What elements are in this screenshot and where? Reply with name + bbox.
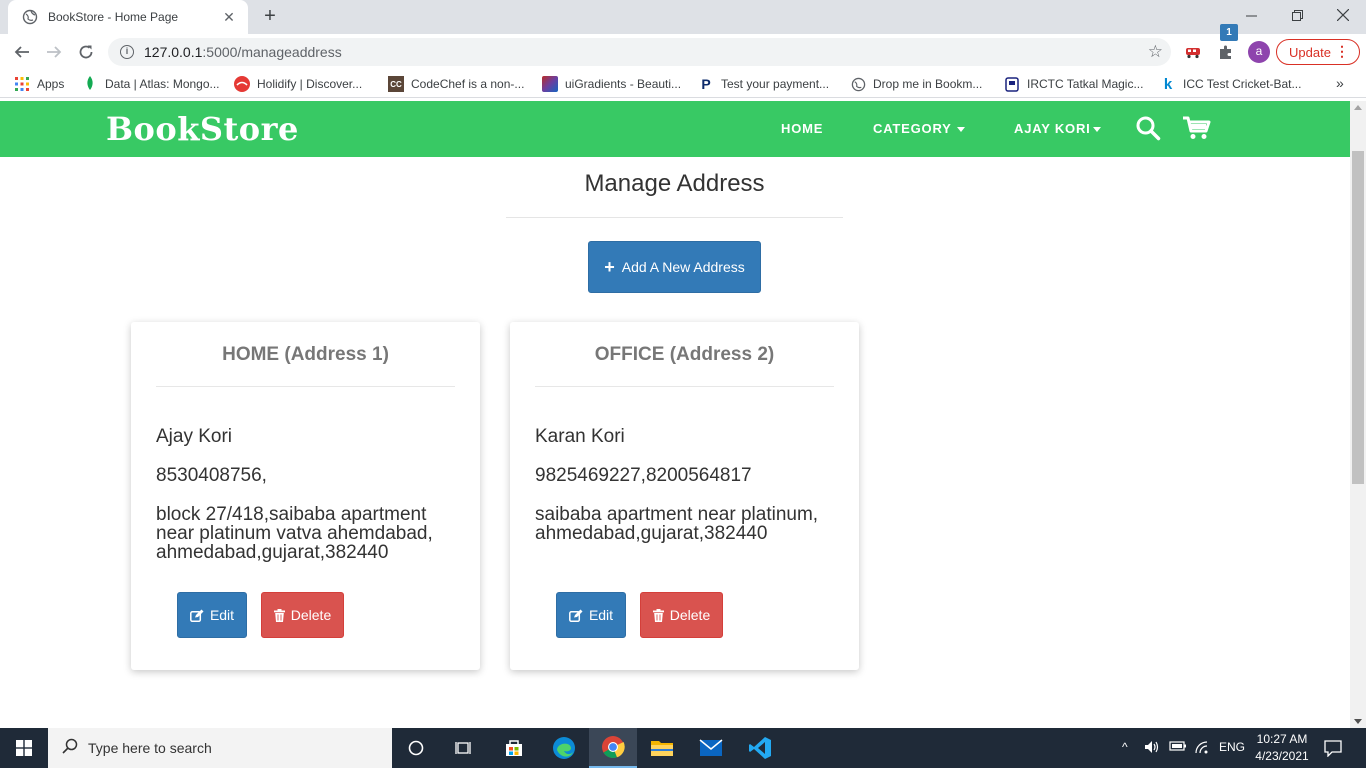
trash-icon <box>652 608 664 622</box>
windows-start-icon[interactable] <box>0 728 48 768</box>
brand-logo[interactable]: BookStore <box>106 110 299 148</box>
profile-avatar[interactable]: a <box>1248 41 1270 63</box>
delete-address-button[interactable]: Delete <box>261 592 344 638</box>
address-phone: 8530408756, <box>156 465 267 486</box>
bookmark-irctc[interactable]: IRCTC Tatkal Magic... <box>1004 75 1143 93</box>
browser-tabstrip: BookStore - Home Page ✕ + <box>0 0 1366 34</box>
volume-icon[interactable] <box>1144 740 1160 757</box>
address-text: saibaba apartment near platinum, ahmedab… <box>535 504 819 544</box>
system-clock[interactable]: 10:27 AM 4/23/2021 <box>1248 731 1316 765</box>
bookmark-holidify[interactable]: Holidify | Discover... <box>234 75 362 93</box>
uigradients-icon <box>542 76 558 92</box>
close-window-button[interactable] <box>1320 0 1366 30</box>
scrollbar-thumb[interactable] <box>1352 151 1364 484</box>
nav-category[interactable]: CATEGORY <box>873 121 965 136</box>
site-navbar: BookStore HOME CATEGORY AJAY KORI <box>0 101 1350 157</box>
address-bar[interactable]: i 127.0.0.1:5000/manageaddress ☆ <box>108 38 1171 66</box>
apps-grid-icon <box>14 76 30 92</box>
new-tab-button[interactable]: + <box>258 5 282 29</box>
page-title: Manage Address <box>584 170 765 197</box>
notifications-icon[interactable] <box>1324 739 1342 760</box>
mail-icon[interactable] <box>687 728 735 768</box>
file-explorer-icon[interactable] <box>638 728 686 768</box>
title-divider <box>506 217 843 218</box>
bookmark-payment-test[interactable]: P Test your payment... <box>698 75 829 93</box>
globe-icon <box>22 9 38 25</box>
search-icon[interactable] <box>1135 115 1161 146</box>
extensions-puzzle-icon[interactable] <box>1216 42 1236 62</box>
shopping-cart-icon[interactable] <box>1182 115 1212 146</box>
add-address-button[interactable]: + Add A New Address <box>588 241 761 293</box>
scroll-down-arrow-icon[interactable] <box>1354 719 1362 724</box>
trash-icon <box>273 608 285 622</box>
restore-button[interactable] <box>1274 0 1320 30</box>
address-phone: 9825469227,8200564817 <box>535 465 752 486</box>
bookmark-icc[interactable]: k ICC Test Cricket-Bat... <box>1160 75 1302 93</box>
menu-dots-icon: ⋮ <box>1335 43 1349 59</box>
taskbar-search-input[interactable]: Type here to search <box>48 728 392 768</box>
search-icon <box>62 738 78 759</box>
input-language[interactable]: ENG <box>1219 740 1245 754</box>
paytm-p-icon: P <box>701 76 711 92</box>
site-info-icon[interactable]: i <box>120 45 134 59</box>
address-card-heading: HOME (Address 1) <box>222 344 389 365</box>
codechef-icon: CC <box>388 76 404 92</box>
scroll-up-arrow-icon[interactable] <box>1354 105 1362 110</box>
edit-address-button[interactable]: Edit <box>556 592 626 638</box>
vscode-icon[interactable] <box>736 728 784 768</box>
address-name: Ajay Kori <box>156 426 233 447</box>
nav-home[interactable]: HOME <box>781 121 823 136</box>
more-bookmarks-icon[interactable]: » <box>1336 75 1344 91</box>
cortana-icon[interactable] <box>392 728 440 768</box>
mongodb-leaf-icon <box>82 76 98 92</box>
update-button[interactable]: Update ⋮ <box>1276 39 1360 65</box>
card-divider <box>156 386 455 387</box>
delete-address-button[interactable]: Delete <box>640 592 723 638</box>
caret-down-icon <box>956 127 965 133</box>
address-name: Karan Kori <box>535 426 625 447</box>
reload-button[interactable] <box>74 40 98 64</box>
irctc-icon <box>1004 76 1020 92</box>
address-card-office: OFFICE (Address 2) Karan Kori 9825469227… <box>510 322 859 670</box>
page-scrollbar[interactable] <box>1350 101 1366 728</box>
edit-icon <box>568 609 583 622</box>
address-text: block 27/418,saibaba apartment near plat… <box>156 504 433 563</box>
url-text: 127.0.0.1:5000/manageaddress <box>144 44 342 60</box>
bookmark-codechef[interactable]: CC CodeChef is a non-... <box>388 75 524 93</box>
tab-title: BookStore - Home Page <box>48 10 179 24</box>
chrome-icon[interactable] <box>589 728 637 768</box>
bookmark-mongo-atlas[interactable]: Data | Atlas: Mongo... <box>82 75 220 93</box>
battery-icon[interactable] <box>1169 740 1187 755</box>
task-view-icon[interactable] <box>440 728 488 768</box>
tray-expand-icon[interactable]: ^ <box>1122 740 1128 754</box>
bookmark-uigradients[interactable]: uiGradients - Beauti... <box>542 75 681 93</box>
forward-button[interactable] <box>42 40 66 64</box>
edit-address-button[interactable]: Edit <box>177 592 247 638</box>
wifi-icon[interactable] <box>1194 740 1210 757</box>
close-tab-icon[interactable]: ✕ <box>220 9 238 26</box>
edit-icon <box>189 609 204 622</box>
cart-count-badge: 1 <box>1220 24 1238 41</box>
edge-browser-icon[interactable] <box>540 728 588 768</box>
browser-tab-active[interactable]: BookStore - Home Page ✕ <box>8 0 248 34</box>
extension-train-icon[interactable] <box>1184 42 1204 62</box>
back-button[interactable] <box>10 40 34 64</box>
plus-icon: + <box>604 257 615 277</box>
holidify-icon <box>234 76 250 92</box>
bookmark-apps[interactable]: Apps <box>14 75 64 93</box>
caret-down-icon <box>1092 127 1101 133</box>
microsoft-store-icon[interactable] <box>490 728 538 768</box>
nav-user-menu[interactable]: AJAY KORI <box>1014 121 1101 136</box>
browser-toolbar: i 127.0.0.1:5000/manageaddress ☆ <box>0 34 1366 70</box>
globe-icon <box>850 76 866 92</box>
bookmark-star-icon[interactable]: ☆ <box>1148 42 1163 62</box>
bookmarks-bar: Apps Data | Atlas: Mongo... Holidify | D… <box>0 70 1366 98</box>
card-divider <box>535 386 834 387</box>
bookmark-drop-me[interactable]: Drop me in Bookm... <box>850 75 982 93</box>
address-card-home: HOME (Address 1) Ajay Kori 8530408756, b… <box>131 322 480 670</box>
address-card-heading: OFFICE (Address 2) <box>594 344 775 365</box>
icc-k-icon: k <box>1163 75 1173 93</box>
windows-taskbar: Type here to search ^ ENG 10:27 AM 4/23/… <box>0 728 1366 768</box>
